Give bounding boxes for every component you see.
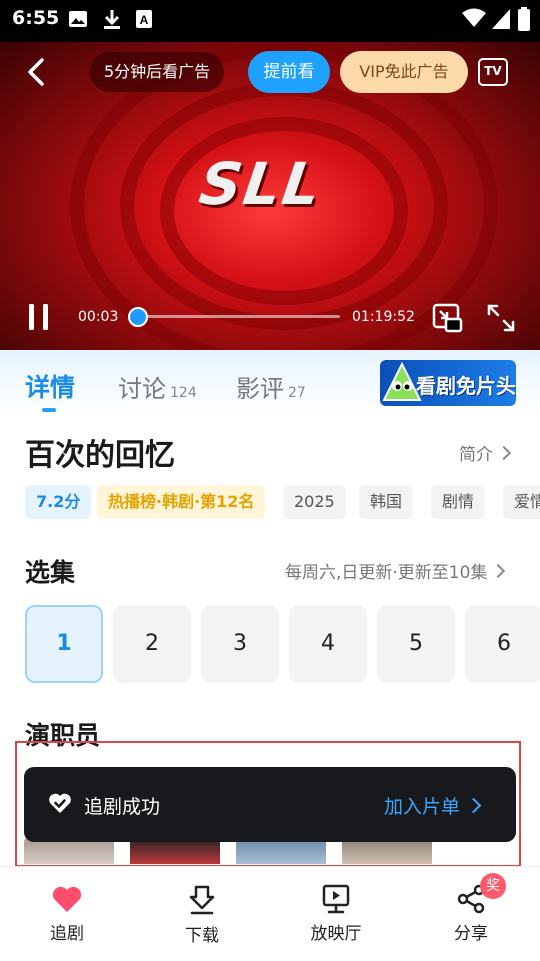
year-tag: 2025 (283, 485, 346, 519)
nav-follow-label: 追剧 (50, 924, 84, 944)
screening-room-icon (322, 884, 350, 914)
tab-active-indicator (42, 408, 56, 412)
signal-icon (492, 9, 510, 29)
promo-text: 看剧免片头 (416, 374, 516, 398)
ranking-tag[interactable]: 热播榜·韩剧·第12名 (97, 485, 266, 519)
episode-button[interactable]: 5 (377, 605, 455, 683)
tab-discussion[interactable]: 讨论 124 (118, 369, 197, 404)
episodes-section-title: 选集 (25, 558, 76, 587)
chevron-right-icon (496, 445, 512, 461)
gallery-icon (69, 11, 87, 27)
share-reward-badge: 奖 (480, 873, 506, 899)
episode-update-info[interactable]: 每周六,日更新·更新至10集 (285, 558, 506, 583)
episode-button[interactable]: 4 (289, 605, 367, 683)
bottom-nav: 追剧 下载 放映厅 分享 (0, 866, 540, 961)
nav-screening-room[interactable]: 放映厅 (286, 867, 386, 961)
episode-button[interactable]: 2 (113, 605, 191, 683)
nav-screening-room-label: 放映厅 (310, 924, 362, 944)
wifi-icon (462, 8, 486, 27)
tab-reviews[interactable]: 影评 27 (236, 369, 306, 404)
video-logo-text: SLL (195, 150, 327, 218)
episode-button[interactable]: 1 (25, 605, 103, 683)
nav-download[interactable]: 下载 (152, 867, 252, 961)
font-app-icon: A (136, 10, 152, 28)
download-status-icon (104, 10, 120, 29)
nav-download-label: 下载 (185, 926, 219, 946)
heart-icon (52, 886, 82, 912)
tab-discussion-count: 124 (170, 385, 197, 401)
ad-countdown-label: 5分钟后看广告 (90, 52, 225, 92)
highlight-frame (15, 741, 521, 867)
pause-icon[interactable] (27, 303, 51, 331)
nav-share-label: 分享 (454, 924, 488, 944)
episode-button[interactable]: 6 (465, 605, 540, 683)
picture-in-picture-icon[interactable] (431, 302, 463, 334)
intro-link[interactable]: 简介 (459, 440, 512, 465)
tab-reviews-label: 影评 (236, 375, 284, 403)
episode-button[interactable]: 3 (201, 605, 279, 683)
nav-follow[interactable]: 追剧 (17, 867, 117, 961)
skip-intro-promo-banner[interactable]: 看剧免片头 (380, 360, 516, 406)
chevron-right-icon (491, 563, 506, 579)
current-time: 00:03 (78, 309, 119, 325)
genre-tag: 剧情 (431, 485, 486, 519)
progress-track[interactable] (134, 315, 340, 318)
fullscreen-icon[interactable] (485, 302, 517, 334)
back-arrow-icon[interactable] (22, 57, 52, 87)
status-time: 6:55 (12, 7, 60, 29)
status-bar: 6:55 A (0, 0, 540, 42)
total-time: 01:19:52 (352, 309, 415, 325)
download-icon (189, 885, 215, 915)
region-tag: 韩国 (359, 485, 414, 519)
show-title: 百次的回忆 (25, 438, 175, 473)
progress-thumb[interactable] (128, 307, 148, 327)
intro-label: 简介 (459, 445, 493, 465)
tab-details[interactable]: 详情 (25, 368, 75, 404)
tab-discussion-label: 讨论 (118, 375, 166, 403)
tv-cast-icon[interactable]: TV (478, 58, 508, 86)
battery-icon (518, 7, 530, 31)
genre-tag: 爱情 (503, 485, 540, 519)
rating-tag: 7.2分 (25, 485, 92, 519)
svg-text:A: A (140, 13, 149, 27)
watch-early-button[interactable]: 提前看 (248, 51, 330, 93)
tab-reviews-count: 27 (288, 385, 306, 401)
vip-skip-ad-button[interactable]: VIP免此广告 (340, 51, 468, 93)
episode-update-text: 每周六,日更新·更新至10集 (285, 563, 488, 583)
nav-share[interactable]: 分享 (421, 867, 521, 961)
